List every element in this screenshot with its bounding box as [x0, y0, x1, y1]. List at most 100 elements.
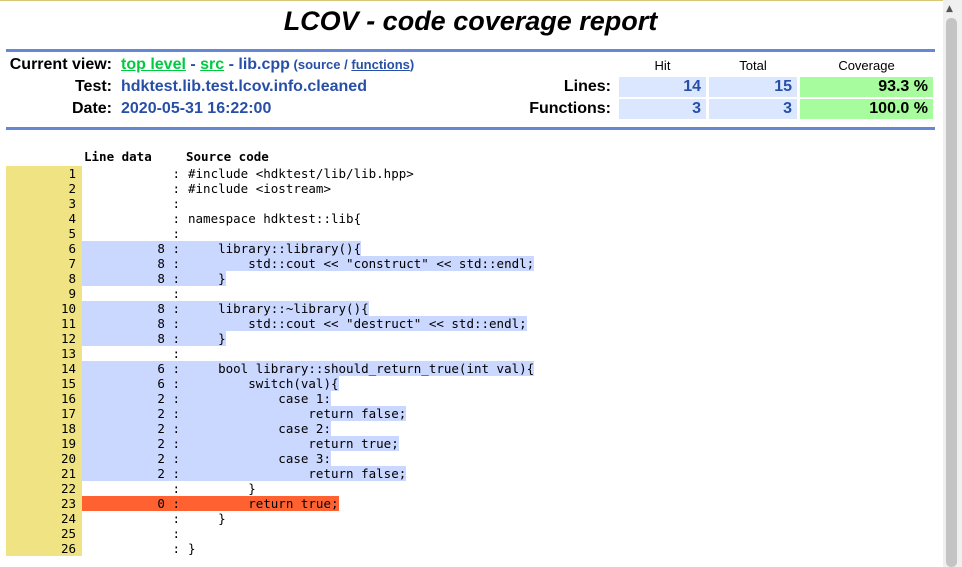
hit-count: 2 :	[82, 391, 180, 406]
source-code-header: Source code	[186, 149, 269, 164]
date-value: 2020-05-31 16:22:00	[121, 100, 272, 117]
hit-count: 2 :	[82, 451, 180, 466]
source-listing: 1 : #include <hdktest/lib/lib.hpp> 2 : #inc…	[6, 166, 535, 556]
header-rule-bottom	[6, 127, 935, 130]
line-number: 22	[6, 481, 82, 496]
breadcrumb-sep: -	[185, 56, 201, 73]
lines-hit: 14	[619, 77, 706, 97]
line-number: 2	[6, 181, 82, 196]
line-number: 16	[6, 391, 82, 406]
line-data-header: Line data	[84, 149, 152, 164]
breadcrumb-top-level-link[interactable]: top level	[121, 56, 186, 73]
test-label: Test:	[74, 78, 112, 95]
page-title: LCOV - code coverage report	[283, 6, 658, 36]
code-line: 5 :	[6, 226, 534, 241]
date-label: Date:	[71, 100, 112, 117]
line-number: 21	[6, 466, 82, 481]
code-line: 26 :}	[6, 541, 534, 556]
source-text: }	[188, 481, 256, 496]
hit-count: :	[164, 196, 180, 211]
source-text	[180, 526, 188, 541]
functions-coverage: 100.0 %	[800, 99, 933, 119]
hit-count: 8 :	[82, 271, 180, 286]
code-line: 3 :	[6, 196, 534, 211]
source-text: #include <hdktest/lib/lib.hpp>	[188, 166, 414, 181]
col-total-header: Total	[739, 58, 767, 73]
source-text	[180, 196, 188, 211]
source-text: bool library::should_return_true(int val…	[180, 361, 535, 376]
code-line: 17 2 : return false;	[6, 406, 534, 421]
code-line: 78 : std::cout << "construct" << std::en…	[6, 256, 535, 271]
hit-count: :	[164, 181, 180, 196]
lines-total: 15	[709, 77, 797, 97]
line-number: 1	[6, 166, 82, 181]
code-line: 25 :	[6, 526, 534, 541]
code-line: 16 2 : case 1:	[6, 391, 534, 406]
line-number: 25	[6, 526, 82, 541]
line-number: 20	[6, 451, 82, 466]
functions-hit: 3	[619, 99, 706, 119]
source-text	[180, 226, 188, 241]
col-coverage-header: Coverage	[838, 58, 895, 73]
test-value: hdktest.lib.test.lcov.info.cleaned	[121, 78, 367, 95]
line-number: 26	[6, 541, 82, 556]
line-number: 6	[6, 241, 82, 256]
code-line: 88 : }	[6, 271, 534, 286]
scrollbar-thumb[interactable]	[946, 18, 957, 567]
slash: /	[340, 57, 352, 72]
hit-count: 2 :	[82, 436, 180, 451]
code-line: 2 : #include <iostream>	[6, 181, 534, 196]
source-text: return false;	[180, 406, 407, 421]
vertical-scrollbar[interactable]: ▲	[943, 0, 962, 567]
hit-count: 2 :	[82, 406, 180, 421]
source-text: }	[188, 511, 226, 526]
breadcrumb-src-link[interactable]: src	[200, 56, 224, 73]
source-text: library::library(){	[180, 241, 362, 256]
hit-count: 2 :	[82, 421, 180, 436]
line-number: 19	[6, 436, 82, 451]
hit-count: 8 :	[82, 256, 180, 271]
line-number: 9	[6, 286, 82, 301]
line-number: 7	[6, 256, 82, 271]
hit-count: 2 :	[82, 466, 180, 481]
line-number: 8	[6, 271, 82, 286]
breadcrumb: top level - src - lib.cpp (source / func…	[121, 56, 414, 74]
header-rule-top	[6, 49, 935, 52]
source-text: }	[188, 541, 196, 556]
functions-total: 3	[709, 99, 797, 119]
hit-count: :	[164, 346, 180, 361]
code-line: 24 : }	[6, 511, 534, 526]
hit-count: :	[164, 526, 180, 541]
hit-count: :	[164, 166, 180, 181]
source-text	[180, 346, 188, 361]
functions-link[interactable]: functions	[351, 57, 410, 72]
lines-label: Lines:	[563, 78, 611, 95]
functions-label: Functions:	[529, 100, 611, 117]
hit-count: 0 :	[82, 496, 180, 511]
hit-count: 8 :	[82, 301, 180, 316]
line-number: 15	[6, 376, 82, 391]
current-view-label: Current view:	[9, 56, 112, 73]
code-line: 23 0 : return true;	[6, 496, 534, 511]
code-line: 4 : namespace hdktest::lib{	[6, 211, 534, 226]
code-line: 22 : }	[6, 481, 534, 496]
hit-count: :	[164, 481, 180, 496]
code-line: 68 : library::library(){	[6, 241, 534, 256]
code-line: 1 : #include <hdktest/lib/lib.hpp>	[6, 166, 534, 181]
line-number: 12	[6, 331, 82, 346]
line-number: 11	[6, 316, 82, 331]
hit-count: 8 :	[82, 316, 180, 331]
line-number: 18	[6, 421, 82, 436]
source-text: return false;	[180, 466, 407, 481]
scroll-up-arrow-icon[interactable]: ▲	[946, 4, 953, 14]
hit-count: :	[164, 211, 180, 226]
top-border	[0, 0, 962, 1]
hit-count: 6 :	[82, 376, 180, 391]
source-text: namespace hdktest::lib{	[188, 211, 362, 226]
line-number: 5	[6, 226, 82, 241]
source-text: case 2:	[180, 421, 331, 436]
hit-count: 6 :	[82, 361, 180, 376]
hit-count: 8 :	[82, 331, 180, 346]
source-text: }	[180, 331, 226, 346]
source-text: return true;	[180, 436, 399, 451]
